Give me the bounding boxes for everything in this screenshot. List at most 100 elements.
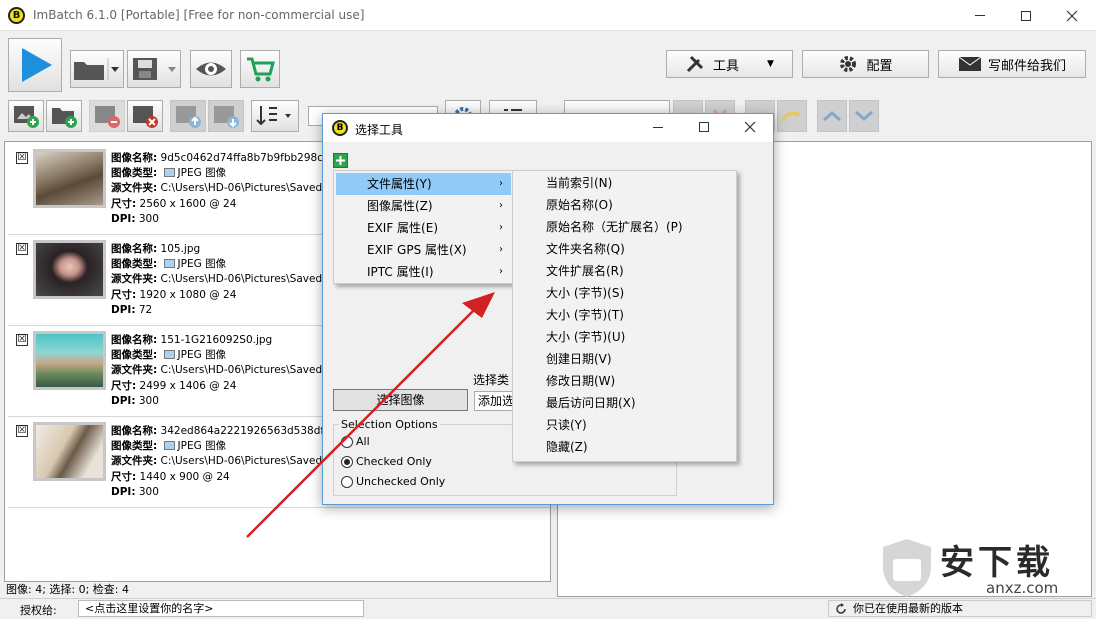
bottom-bar: 授权给: <点击这里设置你的名字> 你已在使用最新的版本 (0, 598, 1096, 619)
open-folder-button[interactable] (70, 50, 124, 88)
submenu-item[interactable]: 当前索引(N) (515, 172, 735, 194)
menu-item-exif-gps-properties[interactable]: EXIF GPS 属性(X) › (336, 239, 511, 261)
dialog-minimize-button[interactable] (653, 127, 663, 128)
item-checkbox[interactable]: ☒ (16, 152, 28, 164)
close-button[interactable] (1049, 0, 1095, 31)
submenu-item[interactable]: 文件扩展名(R) (515, 260, 735, 282)
image-size: 2560 x 1600 @ 24 (139, 197, 237, 210)
select-images-button[interactable]: 选择图像 (333, 389, 468, 411)
menu-item-file-properties[interactable]: 文件属性(Y) › (336, 173, 511, 195)
image-file-icon (163, 350, 175, 360)
folder-label: 源文件夹: (111, 364, 158, 377)
submenu-item[interactable]: 大小 (字节)(T) (515, 304, 735, 326)
name-label: 图像名称: (111, 243, 158, 255)
preview-button[interactable] (190, 50, 232, 88)
task-down-button[interactable] (849, 100, 879, 132)
tools-label: 工具 (713, 58, 740, 74)
minimize-button[interactable] (957, 0, 1003, 31)
submenu-item[interactable]: 创建日期(V) (515, 348, 735, 370)
item-checkbox[interactable]: ☒ (16, 243, 28, 255)
clear-images-button[interactable] (127, 100, 163, 132)
dpi-label: DPI: (111, 485, 136, 498)
sort-button[interactable] (251, 100, 299, 132)
redo-button[interactable] (777, 100, 807, 132)
title-bar: B ImBatch 6.1.0 [Portable] [Free for non… (0, 0, 1096, 31)
dialog-maximize-button[interactable] (699, 122, 709, 132)
version-status[interactable]: 你已在使用最新的版本 (828, 600, 1092, 617)
submenu-item[interactable]: 只读(Y) (515, 414, 735, 436)
buy-button[interactable] (240, 50, 280, 88)
sort-icon (256, 106, 291, 126)
image-file-icon (163, 259, 175, 269)
radio-unchecked-only[interactable] (341, 476, 353, 488)
image-size: 1920 x 1080 @ 24 (139, 288, 237, 301)
image-type: JPEG 图像 (177, 440, 227, 453)
run-button[interactable] (8, 38, 62, 92)
option-checked-label: Checked Only (356, 455, 432, 468)
close-icon[interactable] (744, 121, 756, 133)
add-image-icon (14, 106, 39, 128)
tools-menu-button[interactable]: 工具 ▼ (666, 50, 793, 78)
image-dpi: 300 (138, 485, 159, 498)
size-label: 尺寸: (111, 288, 137, 301)
dialog-title-bar: B 选择工具 (323, 114, 773, 142)
settings-label: 配置 (866, 58, 893, 74)
menu-item-label: 图像属性(Z) (367, 199, 433, 213)
email-label: 写邮件给我们 (987, 58, 1066, 74)
image-folder: C:\Users\HD-06\Pictures\Saved (160, 273, 323, 286)
image-file-icon (163, 168, 175, 178)
add-folder-icon (52, 108, 77, 128)
option-unchecked-label: Unchecked Only (356, 475, 446, 488)
tool-category-menu[interactable]: 文件属性(Y) › 图像属性(Z) › EXIF 属性(E) › EXIF GPS 属… (333, 170, 514, 284)
folder-label: 源文件夹: (111, 273, 158, 286)
add-folder-button[interactable] (46, 100, 82, 132)
item-checkbox[interactable]: ☒ (16, 425, 28, 437)
size-label: 尺寸: (111, 197, 137, 210)
name-label: 图像名称: (111, 152, 158, 164)
submenu-item[interactable]: 修改日期(W) (515, 370, 735, 392)
plus-icon (336, 156, 345, 165)
add-image-button[interactable] (8, 100, 44, 132)
name-label: 图像名称: (111, 334, 158, 346)
file-properties-submenu[interactable]: 当前索引(N) 原始名称(O) 原始名称（无扩展名）(P) 文件夹名称(Q) 文… (512, 170, 737, 462)
chevron-right-icon: › (499, 178, 503, 189)
image-folder: C:\Users\HD-06\Pictures\Saved (160, 455, 323, 468)
menu-item-image-properties[interactable]: 图像属性(Z) › (336, 195, 511, 217)
owner-name-field[interactable]: <点击这里设置你的名字> (78, 600, 364, 617)
move-up-button[interactable] (170, 100, 206, 132)
submenu-item[interactable]: 文件夹名称(Q) (515, 238, 735, 260)
image-dpi: 300 (138, 394, 159, 407)
item-checkbox[interactable]: ☒ (16, 334, 28, 346)
cart-icon (247, 57, 275, 82)
menu-item-exif-properties[interactable]: EXIF 属性(E) › (336, 217, 511, 239)
save-button[interactable] (127, 50, 181, 88)
submenu-item[interactable]: 隐藏(Z) (515, 436, 735, 458)
task-up-button[interactable] (817, 100, 847, 132)
radio-checked-only[interactable] (341, 456, 353, 468)
submenu-item[interactable]: 原始名称（无扩展名）(P) (515, 216, 735, 238)
radio-all[interactable] (341, 436, 353, 448)
redo-icon (781, 110, 801, 122)
submenu-item[interactable]: 原始名称(O) (515, 194, 735, 216)
folder-icon (74, 58, 119, 80)
submenu-item[interactable]: 最后访问日期(X) (515, 392, 735, 414)
version-text: 你已在使用最新的版本 (853, 602, 963, 615)
chevron-right-icon: › (499, 200, 503, 211)
shield-icon (883, 539, 931, 597)
add-selection-combobox[interactable]: 添加选 (474, 391, 514, 411)
size-label: 尺寸: (111, 470, 137, 483)
submenu-item[interactable]: 大小 (字节)(S) (515, 282, 735, 304)
image-type: JPEG 图像 (177, 167, 227, 180)
folder-label: 源文件夹: (111, 182, 158, 195)
maximize-button[interactable] (1003, 0, 1049, 31)
menu-item-iptc-properties[interactable]: IPTC 属性(I) › (336, 261, 511, 283)
settings-button[interactable]: 配置 (802, 50, 929, 78)
add-tool-button[interactable] (333, 153, 348, 168)
submenu-item[interactable]: 大小 (字节)(U) (515, 326, 735, 348)
move-down-button[interactable] (208, 100, 244, 132)
remove-image-button[interactable] (89, 100, 125, 132)
image-folder: C:\Users\HD-06\Pictures\Saved (160, 364, 323, 377)
image-size: 1440 x 900 @ 24 (139, 470, 230, 483)
chevron-right-icon: › (499, 266, 503, 277)
email-button[interactable]: 写邮件给我们 (938, 50, 1086, 78)
